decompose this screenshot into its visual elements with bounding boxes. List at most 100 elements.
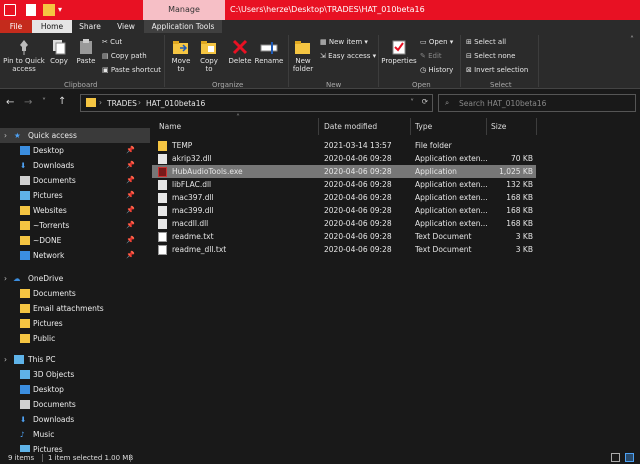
pin-icon[interactable]: 📌: [126, 218, 135, 233]
breadcrumb-trades[interactable]: TRADES: [107, 99, 137, 108]
paste-button[interactable]: Paste: [74, 39, 98, 65]
file-row-libflac[interactable]: libFLAC.dll 2020-04-06 09:28 Application…: [152, 178, 536, 191]
column-header-name[interactable]: Name: [159, 118, 181, 135]
address-bar[interactable]: › TRADES › HAT_010beta16 ˅ ⟳: [80, 94, 433, 112]
nav-this-pc[interactable]: › This PC: [0, 352, 150, 367]
file-row-macdll[interactable]: macdll.dll 2020-04-06 09:28 Application …: [152, 217, 536, 230]
column-header-date[interactable]: Date modified: [324, 118, 377, 135]
nav-label: OneDrive: [28, 274, 64, 283]
file-row-mac399[interactable]: mac399.dll 2020-04-06 09:28 Application …: [152, 204, 536, 217]
copy-button[interactable]: Copy: [48, 39, 70, 65]
forward-arrow-icon[interactable]: →: [24, 97, 32, 108]
copy-to-button[interactable]: Copy to: [196, 39, 222, 73]
chevron-down-icon[interactable]: ▾: [58, 5, 62, 14]
chevron-down-icon[interactable]: ˅: [410, 98, 414, 107]
selection-info: 1 item selected 1.00 MB: [48, 454, 134, 462]
nav-item-websites[interactable]: Websites 📌: [0, 203, 150, 218]
folder-icon: [20, 289, 30, 298]
tab-file[interactable]: File: [0, 20, 32, 33]
pin-icon[interactable]: 📌: [126, 173, 135, 188]
pin-icon[interactable]: 📌: [126, 188, 135, 203]
file-row-mac397[interactable]: mac397.dll 2020-04-06 09:28 Application …: [152, 191, 536, 204]
nav-item-desktop[interactable]: Desktop 📌: [0, 143, 150, 158]
search-box[interactable]: ⌕ Search HAT_010beta16: [438, 94, 636, 112]
nav-item-pc-downloads[interactable]: ⬇ Downloads: [0, 412, 150, 427]
pin-icon[interactable]: 📌: [126, 248, 135, 263]
nav-item-pc-documents[interactable]: Documents: [0, 397, 150, 412]
delete-button[interactable]: Delete: [228, 39, 252, 65]
pin-icon[interactable]: 📌: [126, 203, 135, 218]
nav-item-od-public[interactable]: Public: [0, 331, 150, 346]
nav-item-torrents[interactable]: ~Torrents 📌: [0, 218, 150, 233]
properties-icon[interactable]: [4, 4, 16, 16]
paste-shortcut-button[interactable]: ▣ Paste shortcut: [102, 66, 161, 75]
easy-access-button[interactable]: ⇲ Easy access ▾: [320, 52, 376, 61]
nav-item-downloads[interactable]: ⬇ Downloads 📌: [0, 158, 150, 173]
large-icons-view-icon[interactable]: [625, 453, 634, 462]
nav-item-3d-objects[interactable]: 3D Objects: [0, 367, 150, 382]
open-icon: ▭: [420, 38, 429, 46]
history-button[interactable]: ◷ History: [420, 66, 453, 75]
invert-selection-button[interactable]: ⊠ Invert selection: [466, 66, 528, 75]
recent-chevron-icon[interactable]: ˅: [42, 97, 46, 106]
divider: [318, 118, 319, 135]
nav-item-documents[interactable]: Documents 📌: [0, 173, 150, 188]
nav-quick-access[interactable]: › ★ Quick access: [0, 128, 150, 143]
tab-share[interactable]: Share: [72, 20, 108, 33]
file-row-readme-dll[interactable]: readme_dll.txt 2020-04-06 09:28 Text Doc…: [152, 243, 536, 256]
refresh-icon[interactable]: ⟳: [422, 97, 428, 106]
select-none-button[interactable]: ⊟ Select none: [466, 52, 515, 61]
file-row-readme[interactable]: readme.txt 2020-04-06 09:28 Text Documen…: [152, 230, 536, 243]
pin-to-quick-access-button[interactable]: Pin to Quick access: [2, 39, 46, 73]
file-row-temp[interactable]: TEMP 2021-03-14 13:57 File folder: [152, 139, 536, 152]
nav-label: Quick access: [28, 131, 77, 140]
manage-context-tab[interactable]: Manage: [143, 0, 225, 20]
tab-home[interactable]: Home: [32, 20, 72, 33]
pin-icon[interactable]: 📌: [126, 233, 135, 248]
tab-application-tools[interactable]: Application Tools: [144, 20, 222, 33]
details-view-icon[interactable]: [611, 453, 620, 462]
divider: [538, 35, 539, 87]
nav-label: ~Torrents: [33, 221, 70, 230]
properties-button[interactable]: Properties: [381, 39, 417, 65]
column-header-size[interactable]: Size: [491, 118, 506, 135]
nav-onedrive[interactable]: › ☁ OneDrive: [0, 271, 150, 286]
breadcrumb-current[interactable]: HAT_010beta16: [146, 99, 205, 108]
file-date: 2020-04-06 09:28: [324, 232, 392, 241]
nav-label: 3D Objects: [33, 370, 75, 379]
new-folder-button[interactable]: New folder: [290, 39, 316, 73]
properties-label: Properties: [381, 57, 417, 65]
rename-button[interactable]: Rename: [254, 39, 284, 65]
open-button[interactable]: ▭ Open ▾: [420, 38, 453, 47]
nav-item-done[interactable]: ~DONE 📌: [0, 233, 150, 248]
select-all-button[interactable]: ⊞ Select all: [466, 38, 506, 47]
nav-item-pictures[interactable]: Pictures 📌: [0, 188, 150, 203]
nav-label: Music: [33, 430, 55, 439]
chevron-up-icon[interactable]: ˄: [630, 35, 634, 44]
folder-icon[interactable]: [43, 4, 55, 16]
nav-item-pc-music[interactable]: ♪ Music: [0, 427, 150, 442]
select-all-icon: ⊞: [466, 38, 475, 46]
file-row-hubaudiotools[interactable]: HubAudioTools.exe 2020-04-06 09:28 Appli…: [152, 165, 536, 178]
file-row-akrip32[interactable]: akrip32.dll 2020-04-06 09:28 Application…: [152, 152, 536, 165]
file-name: readme.txt: [172, 232, 214, 241]
tab-view[interactable]: View: [108, 20, 144, 33]
pin-icon[interactable]: 📌: [126, 143, 135, 158]
move-to-button[interactable]: Move to: [168, 39, 194, 73]
nav-item-od-documents[interactable]: Documents: [0, 286, 150, 301]
nav-item-network[interactable]: Network 📌: [0, 248, 150, 263]
nav-item-od-pictures[interactable]: Pictures: [0, 316, 150, 331]
copy-path-button[interactable]: ▤ Copy path: [102, 52, 147, 61]
cut-button[interactable]: ✂ Cut: [102, 38, 122, 47]
pin-icon[interactable]: 📌: [126, 158, 135, 173]
edit-button[interactable]: ✎ Edit: [420, 52, 442, 61]
nav-item-od-email-attachments[interactable]: Email attachments: [0, 301, 150, 316]
new-item-button[interactable]: ▦ New item ▾: [320, 38, 368, 47]
search-input[interactable]: Search HAT_010beta16: [459, 99, 546, 108]
new-document-icon[interactable]: [26, 4, 36, 16]
column-header-type[interactable]: Type: [415, 118, 432, 135]
up-arrow-icon[interactable]: ↑: [58, 96, 66, 107]
file-size: 1,025 KB: [499, 167, 533, 176]
back-arrow-icon[interactable]: ←: [6, 97, 14, 108]
nav-item-pc-desktop[interactable]: Desktop: [0, 382, 150, 397]
